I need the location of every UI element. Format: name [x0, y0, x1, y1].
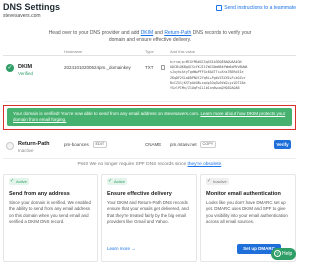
learn-more-link[interactable]: Learn more →	[107, 246, 136, 251]
card-body: Since your domain is verified, We enable…	[9, 200, 91, 224]
copy-value-button[interactable]: COPY	[200, 141, 216, 148]
card-effective-delivery: ✓ Active Ensure effective delivery Your D…	[101, 174, 197, 262]
intro-and: and	[153, 30, 165, 36]
dkim-hostname[interactable]: 20241010200624pm._domainkey	[64, 65, 131, 70]
pending-status-icon	[6, 142, 14, 150]
dkim-name: DKIM	[18, 64, 33, 70]
return-path-hostname[interactable]: pm-bounces	[64, 142, 89, 147]
help-icon: ?	[274, 250, 281, 257]
badge-label: Inactive	[213, 179, 227, 184]
col-hostname: Hostname	[64, 49, 83, 54]
return-path-type: CNAME	[145, 142, 162, 147]
col-type: Type	[145, 49, 154, 54]
intro-text: Head over to your DNS provider and add D…	[40, 30, 260, 44]
intro-return-path-link[interactable]: Return-Path	[164, 30, 191, 36]
check-icon: ✓	[10, 178, 15, 184]
return-path-record-row: Return-Path Inactive pm-bounces EDIT CNA…	[3, 137, 296, 159]
check-icon: ✓	[108, 178, 113, 184]
alert-text: Your domain is verified! You’re now able…	[13, 111, 201, 116]
card-body: Looks like you don't have DMARC set up y…	[206, 200, 288, 224]
card-title: Ensure effective delivery	[107, 191, 172, 197]
card-send-any-address: ✓ Active Send from any address Since your…	[3, 174, 98, 262]
send-instructions-label: Send instructions to a teammate	[224, 5, 296, 11]
return-path-status: Inactive	[18, 148, 34, 153]
verify-button[interactable]: Verify	[274, 140, 291, 149]
check-icon: ✓	[207, 178, 212, 184]
dkim-record-row: ✓ DKIM Verified 20241010200624pm._domain…	[3, 56, 296, 102]
copy-icon[interactable]	[161, 65, 165, 70]
send-icon	[216, 5, 223, 11]
check-icon: ✓	[6, 64, 14, 72]
verified-alert: Your domain is verified! You’re now able…	[7, 108, 292, 126]
card-title: Send from any address	[9, 191, 70, 197]
dkim-value[interactable]: k=rsa;p=MIGfMA0GCSqGSIb3DQEBAQUAA4GN ADC…	[170, 60, 290, 91]
dkim-type: TXT	[145, 65, 154, 70]
domain-name: stevesavers.com	[3, 13, 41, 19]
status-badge: ✓ Active	[107, 178, 127, 185]
dkim-status: Verified	[18, 71, 34, 76]
dns-table-header: Hostname Type Add this value	[3, 46, 296, 56]
return-path-value[interactable]: pm.mtasv.net	[170, 142, 197, 147]
help-label: Help	[282, 251, 293, 257]
send-instructions-link[interactable]: Send instructions to a teammate	[216, 5, 296, 11]
learn-more-label: Learn more	[107, 246, 131, 251]
spf-note: Psst! We no longer require SPF DNS recor…	[0, 162, 300, 167]
arrow-right-icon: →	[131, 246, 136, 251]
return-path-name: Return-Path	[18, 141, 50, 147]
feature-cards: ✓ Active Send from any address Since your…	[3, 174, 296, 262]
spf-obsolete-link[interactable]: they're obsolete	[187, 162, 221, 167]
spf-text: Psst! We no longer require SPF DNS recor…	[77, 162, 188, 167]
card-body: Your DKIM and Return-Path DNS records en…	[107, 200, 189, 224]
spf-suffix: .	[221, 162, 223, 167]
page-header: DNS Settings stevesavers.com Send instru…	[0, 0, 300, 27]
col-value: Add this value	[170, 49, 196, 54]
status-badge: ✓ Active	[9, 178, 29, 185]
help-button[interactable]: ? Help	[271, 248, 296, 260]
intro-prefix: Head over to your DNS provider and add	[48, 30, 141, 36]
card-title: Monitor email authentication	[206, 191, 281, 197]
badge-label: Active	[114, 179, 125, 184]
dkim-value-line: YGzlPIMn/Z1UqFnIL1bIxn6wuq2HQIDAQAB	[170, 86, 240, 91]
status-badge: ✓ Inactive	[206, 178, 229, 185]
intro-dkim-link[interactable]: DKIM	[141, 30, 154, 36]
edit-hostname-button[interactable]: EDIT	[93, 141, 107, 148]
page-title: DNS Settings	[3, 2, 61, 12]
badge-label: Active	[16, 179, 27, 184]
